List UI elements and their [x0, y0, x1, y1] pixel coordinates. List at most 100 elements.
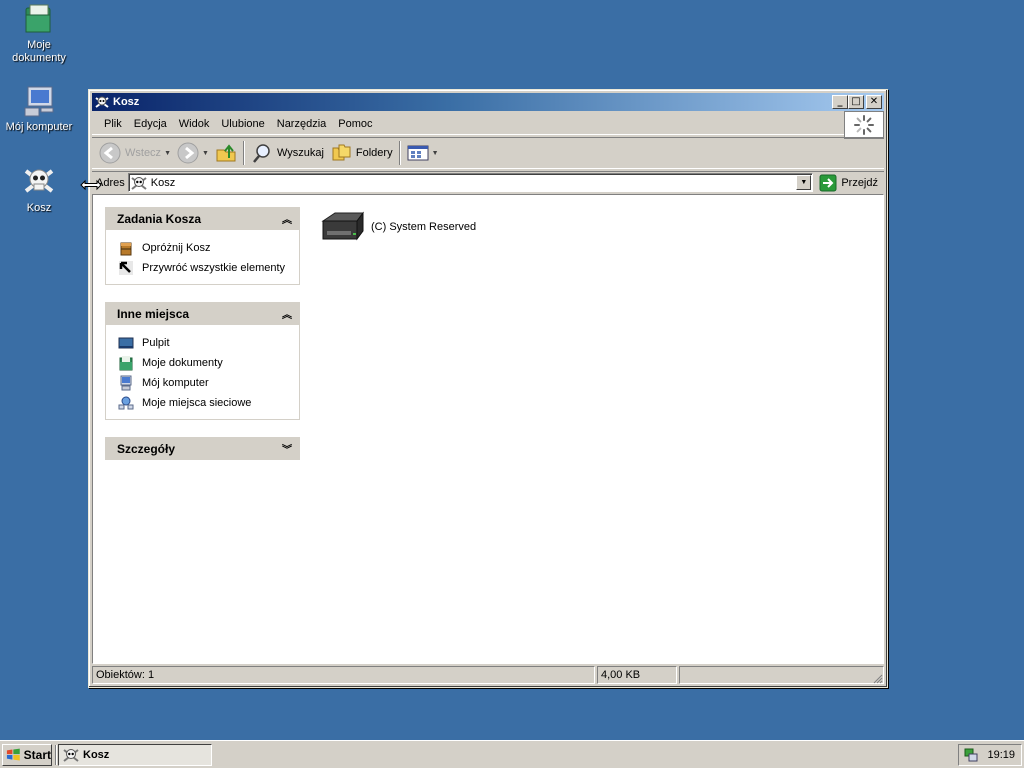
menu-favorites[interactable]: Ulubione	[215, 118, 270, 130]
place-my-computer-label: Mój komputer	[142, 377, 209, 389]
taskbar: Start Kosz 19:19	[0, 740, 1024, 768]
collapse-icon[interactable]: ︽	[282, 211, 292, 226]
back-dropdown-icon[interactable]: ▼	[164, 150, 171, 157]
file-name: (C) System Reserved	[371, 221, 477, 233]
address-field[interactable]: Kosz ▼	[127, 173, 814, 192]
throbber-icon	[844, 111, 884, 139]
go-button[interactable]: Przejdź	[813, 174, 884, 192]
place-network-link[interactable]: Moje miejsca sieciowe	[118, 393, 287, 413]
menu-help[interactable]: Pomoc	[332, 118, 378, 130]
search-button[interactable]: Wyszukaj	[248, 139, 327, 167]
forward-button[interactable]: ▼	[174, 139, 212, 167]
tasks-panel: Zadania Kosza ︽ Opróżnij Kosz Przywróć w…	[105, 207, 300, 285]
views-dropdown-icon[interactable]: ▼	[432, 150, 439, 157]
start-button[interactable]: Start	[2, 744, 52, 766]
clock[interactable]: 19:19	[987, 749, 1015, 761]
toolbar-separator	[398, 141, 401, 165]
other-places-panel-header[interactable]: Inne miejsca ︽	[105, 302, 300, 325]
restore-all-link[interactable]: Przywróć wszystkie elementy	[118, 258, 287, 278]
restore-arrow-icon	[119, 261, 133, 275]
my-documents-icon	[119, 356, 133, 371]
window-title: Kosz	[113, 96, 140, 108]
system-tray: 19:19	[958, 744, 1022, 766]
my-computer-icon	[120, 375, 132, 391]
other-places-panel-title: Inne miejsca	[117, 306, 190, 321]
desktop-icon-label: dokumenty	[12, 52, 66, 64]
menu-bar: Plik Edycja Widok Ulubione Narzędzia Pom…	[92, 113, 884, 135]
search-label: Wyszukaj	[276, 147, 324, 159]
place-desktop-link[interactable]: Pulpit	[118, 333, 287, 353]
menu-view[interactable]: Widok	[173, 118, 216, 130]
minimize-button[interactable]: _	[832, 95, 848, 109]
place-my-documents-label: Moje dokumenty	[142, 357, 223, 369]
tasks-panel-header[interactable]: Zadania Kosza ︽	[105, 207, 300, 230]
empty-bin-link[interactable]: Opróżnij Kosz	[118, 238, 287, 258]
go-arrow-icon	[819, 174, 837, 191]
taskbar-button-label: Kosz	[83, 749, 110, 761]
skull-icon	[22, 165, 56, 199]
views-button[interactable]: ▼	[404, 139, 442, 167]
back-label: Wstecz	[125, 147, 162, 159]
menu-file[interactable]: Plik	[98, 118, 128, 130]
desktop-icon-my-computer[interactable]: Mój komputer	[1, 84, 77, 134]
address-value: Kosz	[150, 176, 176, 189]
address-bar: Adres Kosz ▼ Przejdź	[92, 171, 884, 193]
details-panel-header[interactable]: Szczegóły ︾	[105, 437, 300, 460]
place-desktop-label: Pulpit	[142, 337, 170, 349]
taskbar-separator	[55, 745, 57, 765]
up-folder-button[interactable]	[212, 139, 240, 167]
resize-cursor-icon	[80, 179, 102, 191]
up-folder-icon	[216, 144, 236, 162]
network-places-icon	[118, 396, 134, 410]
folders-icon	[332, 144, 351, 161]
desktop-icon-label: Moje	[27, 39, 51, 51]
tasks-panel-body: Opróżnij Kosz Przywróć wszystkie element…	[105, 230, 300, 285]
toolbar-separator	[242, 141, 245, 165]
expand-icon[interactable]: ︾	[282, 441, 292, 456]
place-my-documents-link[interactable]: Moje dokumenty	[118, 353, 287, 373]
my-computer-icon	[22, 84, 56, 118]
folders-label: Foldery	[355, 147, 393, 159]
toolbar: Wstecz ▼ ▼ Wyszukaj Foldery ▼	[92, 137, 884, 169]
search-icon	[252, 144, 270, 163]
folders-button[interactable]: Foldery	[327, 139, 396, 167]
skull-icon	[95, 96, 109, 108]
desktop-icon	[118, 337, 134, 349]
resize-grip-icon[interactable]	[871, 672, 883, 684]
maximize-button[interactable]: □	[848, 95, 864, 109]
collapse-icon[interactable]: ︽	[282, 306, 292, 321]
menu-edit[interactable]: Edycja	[128, 118, 173, 130]
details-panel: Szczegóły ︾	[105, 437, 300, 460]
place-network-label: Moje miejsca sieciowe	[142, 397, 252, 409]
file-item[interactable]: (C) System Reserved	[317, 207, 476, 247]
status-zone	[679, 666, 884, 684]
network-tray-icon[interactable]	[963, 747, 979, 763]
desktop-icon-label: Kosz	[26, 202, 52, 214]
menu-tools[interactable]: Narzędzia	[271, 118, 333, 130]
hard-drive-icon	[321, 211, 364, 241]
forward-dropdown-icon[interactable]: ▼	[202, 150, 209, 157]
title-bar[interactable]: Kosz _ □ ✕	[92, 93, 884, 111]
address-dropdown-icon[interactable]: ▼	[796, 175, 812, 190]
desktop-icon-recycle-bin[interactable]: Kosz	[1, 165, 77, 215]
empty-bin-label: Opróżnij Kosz	[142, 242, 211, 254]
close-button[interactable]: ✕	[866, 95, 882, 109]
taskbar-button-kosz[interactable]: Kosz	[58, 744, 212, 766]
status-object-count: Obiektów: 1	[92, 666, 595, 684]
my-documents-icon	[22, 2, 56, 36]
place-my-computer-link[interactable]: Mój komputer	[118, 373, 287, 393]
forward-arrow-icon	[177, 142, 199, 164]
start-label: Start	[23, 748, 51, 762]
back-button[interactable]: Wstecz ▼	[96, 139, 174, 167]
desktop-icon-my-documents[interactable]: Moje dokumenty	[1, 2, 77, 65]
restore-all-label: Przywróć wszystkie elementy	[142, 262, 286, 274]
status-bar: Obiektów: 1 4,00 KB	[92, 665, 884, 685]
explorer-window: Kosz _ □ ✕ Plik Edycja Widok Ulubione Na…	[88, 89, 888, 688]
go-label: Przejdź	[841, 176, 878, 189]
status-size: 4,00 KB	[597, 666, 677, 684]
desktop-icon-label: Mój komputer	[5, 121, 73, 133]
views-icon	[407, 145, 429, 161]
object-count-label: Obiektów: 1	[96, 669, 155, 681]
empty-bin-icon	[120, 242, 132, 256]
windows-logo-icon	[6, 748, 20, 761]
